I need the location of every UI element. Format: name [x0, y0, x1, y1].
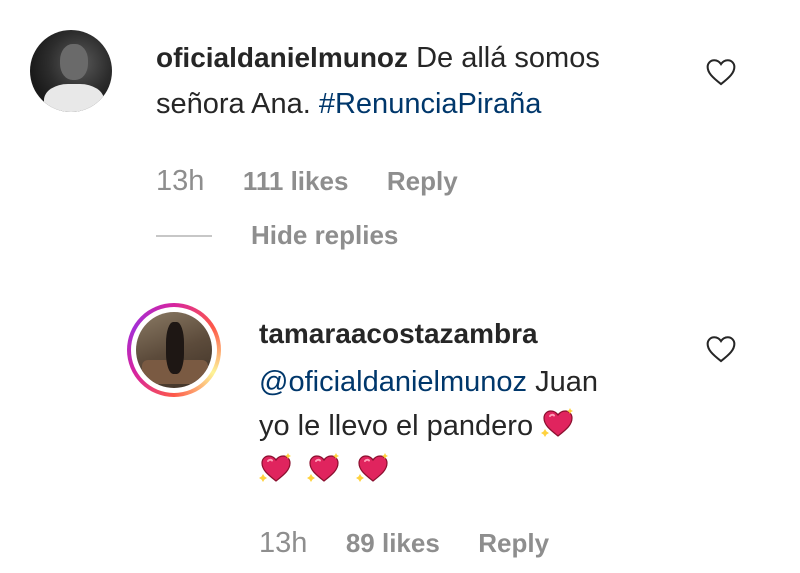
avatar-shirt — [44, 84, 104, 112]
avatar-face — [60, 44, 88, 80]
hide-replies-button[interactable]: Hide replies — [251, 220, 398, 251]
comment-reply-button[interactable]: Reply — [387, 166, 458, 196]
reply-text-line2: yo le llevo el pandero — [259, 410, 534, 442]
comment-meta: 13h 111 likes Reply — [156, 165, 458, 198]
reply-like-heart-icon[interactable] — [705, 335, 737, 363]
sparkling-heart-icon — [541, 407, 575, 439]
like-heart-icon[interactable] — [705, 58, 737, 86]
comment-username[interactable]: oficialdanielmunoz — [156, 42, 408, 73]
reply-text: tamaraacostazambra @oficialdanielmunoz J… — [259, 318, 689, 485]
comment-text: oficialdanielmunoz De allá somos señora … — [156, 38, 696, 124]
reply-meta: 13h 89 likes Reply — [259, 527, 549, 560]
sparkling-heart-icon — [259, 452, 293, 484]
avatar-tamaraacostazambra[interactable] — [136, 312, 212, 388]
comment-likes[interactable]: 111 likes — [243, 166, 349, 196]
sparkling-heart-icon — [356, 452, 390, 484]
avatar-figure — [166, 322, 184, 374]
mention-link[interactable]: @oficialdanielmunoz — [259, 366, 527, 398]
reply-text-line1: Juan — [535, 366, 598, 398]
sparkling-heart-icon — [307, 452, 341, 484]
reply-likes[interactable]: 89 likes — [346, 528, 440, 558]
comment-text-line2: señora Ana. — [156, 88, 311, 120]
reply-reply-button[interactable]: Reply — [478, 528, 549, 558]
comment-text-line1: De allá somos — [416, 42, 600, 74]
reply-username[interactable]: tamaraacostazambra — [259, 318, 689, 350]
hashtag-link[interactable]: #RenunciaPiraña — [319, 88, 541, 120]
reply-time[interactable]: 13h — [259, 527, 307, 559]
avatar-oficialdanielmunoz[interactable] — [30, 30, 112, 112]
comment-time[interactable]: 13h — [156, 165, 204, 197]
story-ring[interactable] — [127, 303, 221, 397]
story-ring-inner — [131, 307, 217, 393]
replies-divider — [156, 235, 212, 237]
